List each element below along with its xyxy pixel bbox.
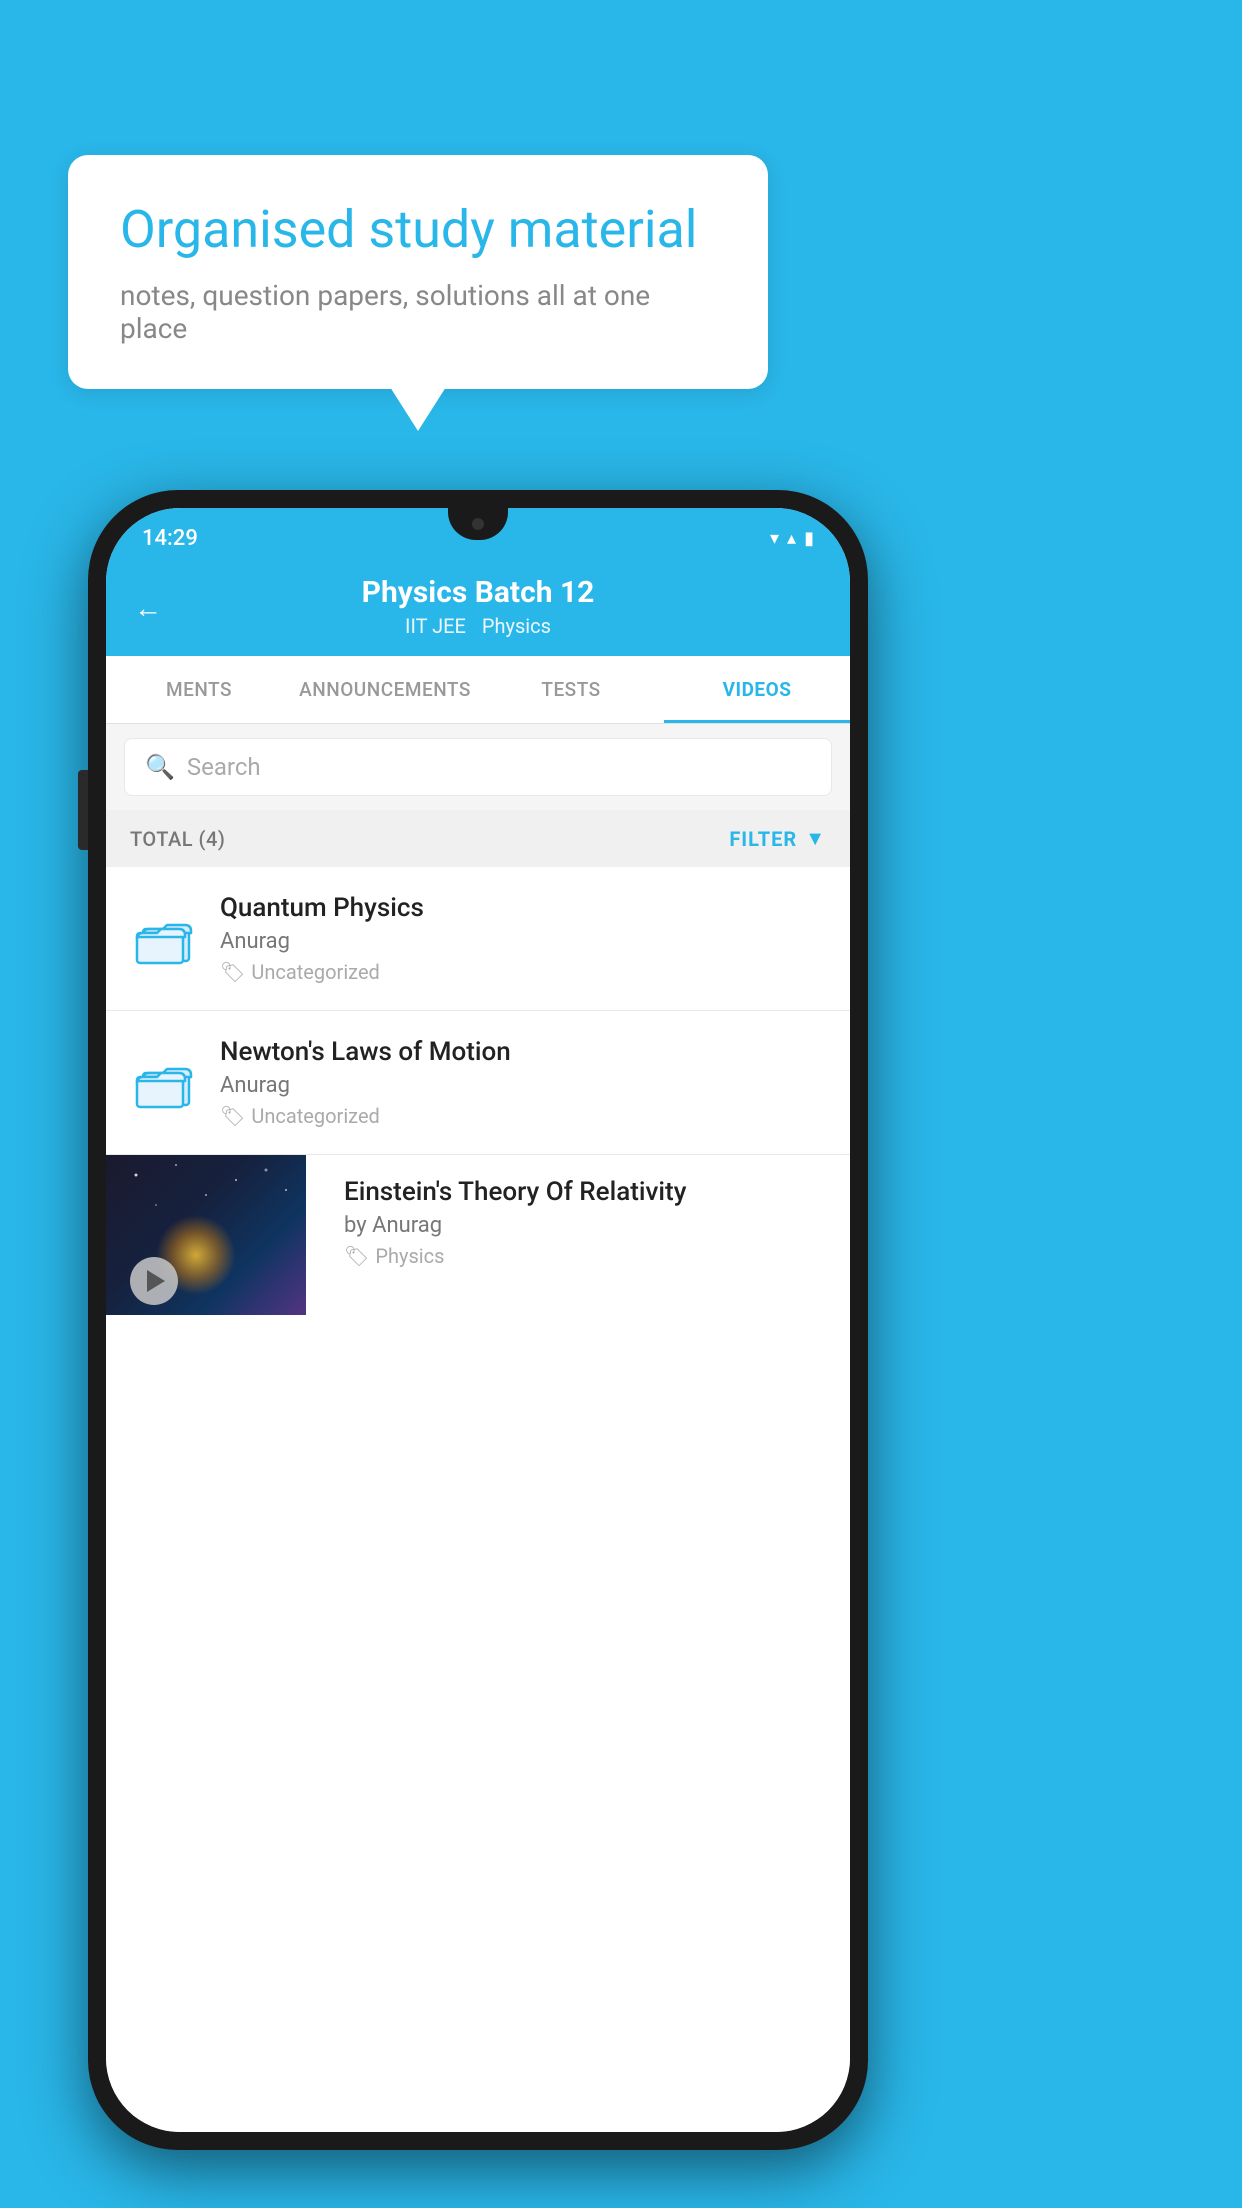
play-button[interactable] [130,1257,178,1305]
search-placeholder[interactable]: Search [187,753,261,781]
item-author: Anurag [220,1073,826,1098]
list-item[interactable]: Quantum Physics Anurag 🏷 Uncategorized [106,867,850,1011]
item-tag: 🏷 Uncategorized [220,960,826,984]
item-tag: 🏷 Uncategorized [220,1104,826,1128]
bubble-subtitle: notes, question papers, solutions all at… [120,279,716,345]
thumb-author: by Anurag [344,1213,832,1238]
search-container: 🔍 Search [106,724,850,810]
app-header: ← Physics Batch 12 IIT JEE Physics [106,559,850,656]
tabs-bar: MENTS ANNOUNCEMENTS TESTS VIDEOS [106,656,850,724]
item-content: Newton's Laws of Motion Anurag 🏷 Uncateg… [220,1037,826,1128]
item-icon-wrap [130,1057,200,1109]
signal-icon: ▴ [787,528,796,549]
back-button[interactable]: ← [134,591,162,624]
status-icons: ▾ ▴ ▮ [770,528,814,549]
list-container: Quantum Physics Anurag 🏷 Uncategorized [106,867,850,2132]
search-bar[interactable]: 🔍 Search [124,738,832,796]
status-time: 14:29 [142,526,198,551]
thumb-title: Einstein's Theory Of Relativity [344,1177,832,1207]
tab-ments[interactable]: MENTS [106,656,292,723]
phone-shell: 14:29 ▾ ▴ ▮ ← Physics Batch 12 IIT J [88,490,868,2150]
header-title: Physics Batch 12 [362,575,595,610]
folder-icon [135,1057,195,1109]
phone-device: 14:29 ▾ ▴ ▮ ← Physics Batch 12 IIT J [88,490,868,2150]
filter-label: FILTER [729,827,797,851]
tag-text: Uncategorized [251,960,379,984]
item-icon-wrap [130,913,200,965]
thumb-tag: 🏷 Physics [344,1244,832,1268]
item-title: Quantum Physics [220,893,826,923]
speech-bubble: Organised study material notes, question… [68,155,768,389]
tab-announcements[interactable]: ANNOUNCEMENTS [292,656,478,723]
total-count: TOTAL (4) [130,827,225,851]
item-title: Newton's Laws of Motion [220,1037,826,1067]
item-author: Anurag [220,929,826,954]
thumb-tag-icon: 🏷 [344,1244,369,1268]
tag-icon: 🏷 [220,1104,245,1128]
tab-tests[interactable]: TESTS [478,656,664,723]
wifi-icon: ▾ [770,528,779,549]
camera [472,518,484,530]
filter-bar: TOTAL (4) FILTER ▼ [106,810,850,867]
play-triangle-icon [147,1270,165,1292]
item-content: Quantum Physics Anurag 🏷 Uncategorized [220,893,826,984]
notch [448,508,508,540]
thumb-tag-text: Physics [375,1244,444,1268]
tag-text: Uncategorized [251,1104,379,1128]
background: Organised study material notes, question… [0,0,1242,2208]
phone-screen: 14:29 ▾ ▴ ▮ ← Physics Batch 12 IIT J [106,508,850,2132]
tab-videos[interactable]: VIDEOS [664,656,850,723]
filter-icon: ▼ [805,826,826,851]
tag-icon: 🏷 [220,960,245,984]
search-icon: 🔍 [145,753,175,781]
video-thumbnail [106,1155,306,1315]
battery-icon: ▮ [804,528,814,549]
thumb-content: Einstein's Theory Of Relativity by Anura… [326,1155,850,1290]
header-subtitle: IIT JEE Physics [405,614,551,638]
list-item[interactable]: Newton's Laws of Motion Anurag 🏷 Uncateg… [106,1011,850,1155]
folder-icon [135,913,195,965]
list-item-thumb[interactable]: Einstein's Theory Of Relativity by Anura… [106,1155,850,1315]
bubble-title: Organised study material [120,199,716,261]
filter-button[interactable]: FILTER ▼ [729,826,826,851]
status-bar: 14:29 ▾ ▴ ▮ [106,508,850,559]
header-tag1: IIT JEE [405,614,466,638]
header-tag2: Physics [482,614,551,638]
